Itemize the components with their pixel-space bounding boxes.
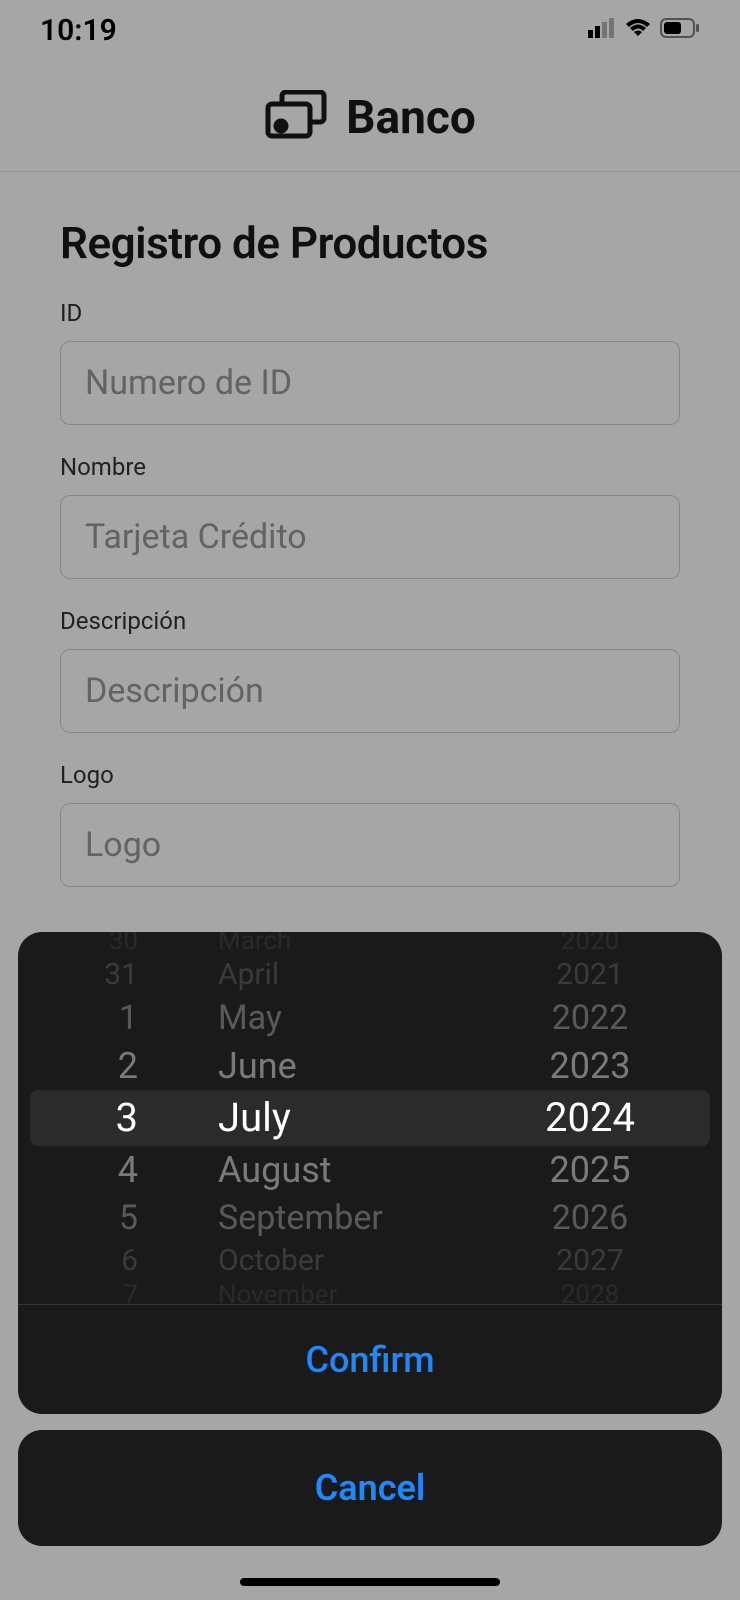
day-option[interactable]: 2 xyxy=(18,1042,138,1090)
day-option[interactable]: 30 xyxy=(18,932,138,956)
battery-icon xyxy=(660,18,700,42)
logo-input[interactable] xyxy=(60,803,680,887)
month-option[interactable]: October xyxy=(218,1242,478,1280)
day-option[interactable]: 4 xyxy=(18,1146,138,1194)
month-option-selected[interactable]: July xyxy=(218,1090,478,1146)
form-content: Registro de Productos ID Nombre Descripc… xyxy=(0,172,740,960)
app-header: Banco xyxy=(0,60,740,172)
name-input[interactable] xyxy=(60,495,680,579)
day-option-selected[interactable]: 3 xyxy=(18,1090,138,1146)
page-title: Registro de Productos xyxy=(60,217,680,269)
year-column[interactable]: 2020 2021 2022 2023 2024 2025 2026 2027 … xyxy=(458,932,722,1304)
year-option[interactable]: 2023 xyxy=(458,1042,722,1090)
description-input[interactable] xyxy=(60,649,680,733)
name-label: Nombre xyxy=(60,453,680,481)
day-option[interactable]: 1 xyxy=(18,994,138,1042)
month-column[interactable]: March April May June July August Septemb… xyxy=(178,932,458,1304)
field-id: ID xyxy=(60,299,680,425)
field-description: Descripción xyxy=(60,607,680,733)
month-option[interactable]: April xyxy=(218,956,478,994)
year-option[interactable]: 2021 xyxy=(458,956,722,994)
year-option[interactable]: 2027 xyxy=(458,1242,722,1280)
month-option[interactable]: June xyxy=(218,1042,478,1090)
cancel-button[interactable]: Cancel xyxy=(18,1430,722,1546)
field-name: Nombre xyxy=(60,453,680,579)
cellular-icon xyxy=(588,18,616,42)
home-indicator[interactable] xyxy=(240,1578,500,1586)
year-option-selected[interactable]: 2024 xyxy=(458,1090,722,1146)
bank-icon xyxy=(264,90,328,146)
month-option[interactable]: May xyxy=(218,994,478,1042)
status-icons xyxy=(588,18,700,42)
year-option[interactable]: 2022 xyxy=(458,994,722,1042)
status-time: 10:19 xyxy=(40,13,117,48)
status-bar: 10:19 xyxy=(0,0,740,60)
month-option[interactable]: September xyxy=(218,1194,478,1242)
confirm-button[interactable]: Confirm xyxy=(18,1304,722,1414)
day-option[interactable]: 5 xyxy=(18,1194,138,1242)
id-input[interactable] xyxy=(60,341,680,425)
wifi-icon xyxy=(624,18,652,42)
day-option[interactable]: 7 xyxy=(18,1280,138,1304)
date-picker-modal: 30 31 1 2 3 4 5 6 7 March April May June… xyxy=(18,932,722,1414)
month-option[interactable]: November xyxy=(218,1280,478,1304)
field-logo: Logo xyxy=(60,761,680,887)
year-option[interactable]: 2025 xyxy=(458,1146,722,1194)
day-column[interactable]: 30 31 1 2 3 4 5 6 7 xyxy=(18,932,178,1304)
month-option[interactable]: August xyxy=(218,1146,478,1194)
month-option[interactable]: March xyxy=(218,932,478,956)
id-label: ID xyxy=(60,299,680,327)
year-option[interactable]: 2020 xyxy=(458,932,722,956)
year-option[interactable]: 2026 xyxy=(458,1194,722,1242)
picker-wheels[interactable]: 30 31 1 2 3 4 5 6 7 March April May June… xyxy=(18,932,722,1304)
description-label: Descripción xyxy=(60,607,680,635)
day-option[interactable]: 6 xyxy=(18,1242,138,1280)
day-option[interactable]: 31 xyxy=(18,956,138,994)
logo-label: Logo xyxy=(60,761,680,789)
app-title: Banco xyxy=(346,91,476,145)
year-option[interactable]: 2028 xyxy=(458,1280,722,1304)
